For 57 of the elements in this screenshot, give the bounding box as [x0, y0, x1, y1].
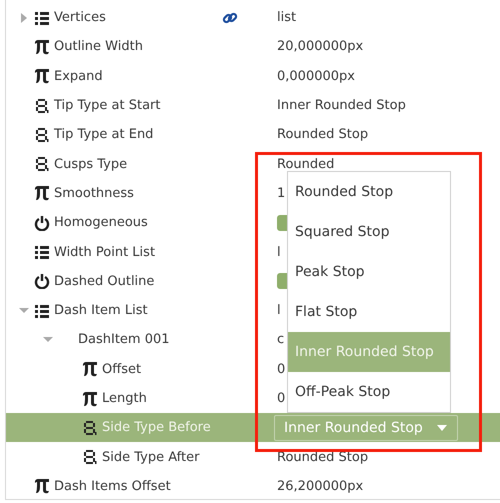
- parameter-label: Side Type Before: [102, 420, 211, 436]
- value-text: 1: [277, 186, 286, 201]
- parameter-label: Dash Items Offset: [54, 478, 171, 494]
- value-text: 26,200000px: [277, 478, 364, 494]
- parameter-label: Tip Type at Start: [54, 98, 160, 114]
- dropdown-option[interactable]: Flat Stop: [288, 292, 450, 332]
- link-icon[interactable]: [222, 10, 238, 26]
- pi-icon: [34, 68, 50, 84]
- list-icon: [34, 302, 50, 319]
- parameter-label: Offset: [102, 362, 142, 377]
- parameter-label: Homogeneous: [54, 215, 148, 230]
- value-text: list: [277, 10, 296, 26]
- pi-icon: [34, 478, 50, 494]
- value-text: 0: [277, 362, 286, 377]
- collapsed-arrow-icon[interactable]: [19, 12, 29, 23]
- value-text: Rounded Stop: [277, 127, 368, 142]
- digit-icon: [82, 420, 98, 436]
- value-text: c: [277, 332, 284, 348]
- value-text: Inner Rounded Stop: [277, 98, 406, 114]
- pi-icon: [82, 361, 98, 378]
- dropdown-option[interactable]: Off-Peak Stop: [288, 372, 450, 412]
- value-text: 0: [277, 391, 286, 406]
- parameter-label: Tip Type at End: [54, 127, 154, 142]
- parameter-label: Outline Width: [54, 39, 143, 54]
- parameter-label: Vertices: [54, 10, 106, 26]
- value-text: l: [277, 303, 281, 318]
- parameter-label: Dashed Outline: [54, 274, 154, 289]
- power-icon: [34, 273, 50, 290]
- value-text: l: [277, 244, 281, 260]
- pi-icon: [34, 185, 50, 202]
- dropdown-option[interactable]: Peak Stop: [288, 252, 450, 292]
- expanded-arrow-icon[interactable]: [43, 334, 53, 345]
- parameter-label: Length: [102, 391, 147, 406]
- caret-icon: [436, 424, 447, 431]
- list-icon: [34, 244, 50, 260]
- digit-icon: [34, 98, 50, 114]
- parameter-label: Cusps Type: [54, 156, 128, 172]
- dropdown-option[interactable]: Squared Stop: [288, 212, 450, 252]
- list-icon: [34, 10, 50, 26]
- digit-icon: [34, 156, 50, 172]
- parameter-label: Width Point List: [54, 244, 156, 260]
- digit-icon: [82, 449, 98, 466]
- value-text: 0,000000px: [277, 68, 355, 84]
- digit-icon: [34, 126, 50, 143]
- parameter-label: DashItem 001: [78, 332, 170, 348]
- pi-icon: [34, 38, 50, 55]
- parameter-label: Side Type After: [102, 450, 200, 465]
- parameter-label: Smoothness: [54, 186, 134, 201]
- pi-icon: [82, 390, 98, 406]
- expanded-arrow-icon[interactable]: [19, 306, 29, 316]
- power-icon: [34, 214, 50, 231]
- value-text: Rounded: [277, 156, 334, 172]
- dropdown-option[interactable]: Rounded Stop: [288, 172, 450, 212]
- value-text: 20,000000px: [277, 39, 364, 54]
- value-text: Rounded Stop: [277, 450, 368, 465]
- parameter-label: Expand: [54, 68, 103, 84]
- parameter-label: Dash Item List: [54, 303, 148, 318]
